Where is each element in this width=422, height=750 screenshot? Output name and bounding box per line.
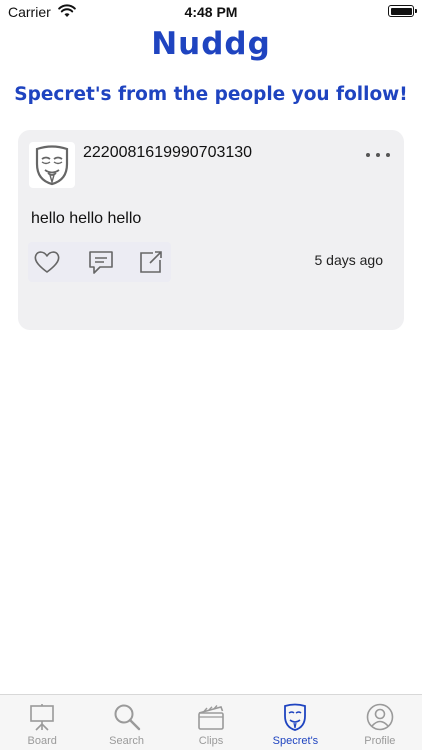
tab-label: Profile [364,735,396,747]
status-bar: Carrier 4:48 PM [0,0,422,24]
tab-specrets[interactable]: Specret's [253,695,337,750]
share-button[interactable] [136,248,166,276]
dot-icon [386,153,390,157]
page-subtitle: Specret's from the people you follow! [14,84,408,105]
tab-profile[interactable]: Profile [338,695,422,750]
tab-board[interactable]: Board [0,695,84,750]
search-icon [114,704,140,731]
tab-clips[interactable]: Clips [169,695,253,750]
dot-icon [366,153,370,157]
board-icon [30,704,55,731]
comment-button[interactable] [86,248,116,276]
dot-icon [376,153,380,157]
tab-bar: Board Search Clips Specret's Profile [0,694,422,750]
tab-label: Board [27,735,57,747]
post-card[interactable]: 2220081619990703130 hello hello hello 5 … [18,130,404,330]
mask-icon [35,145,69,186]
profile-icon [366,703,394,731]
status-time: 4:48 PM [184,4,238,20]
heart-icon [34,251,60,273]
tab-label: Specret's [272,735,319,747]
tab-label: Clips [198,735,224,747]
clapper-icon [198,705,224,730]
post-timestamp: 5 days ago [314,252,384,268]
share-icon [140,251,162,273]
like-button[interactable] [32,248,62,276]
tab-label: Search [109,735,145,747]
post-actions [28,242,171,282]
app-title: Nuddg [151,26,271,62]
post-username[interactable]: 2220081619990703130 [83,144,252,162]
tab-search[interactable]: Search [84,695,168,750]
more-options-button[interactable] [366,150,390,160]
mask-icon [284,703,307,731]
avatar[interactable] [29,142,75,188]
post-text: hello hello hello [31,210,142,227]
comment-icon [89,251,113,274]
battery-icon [388,5,417,17]
